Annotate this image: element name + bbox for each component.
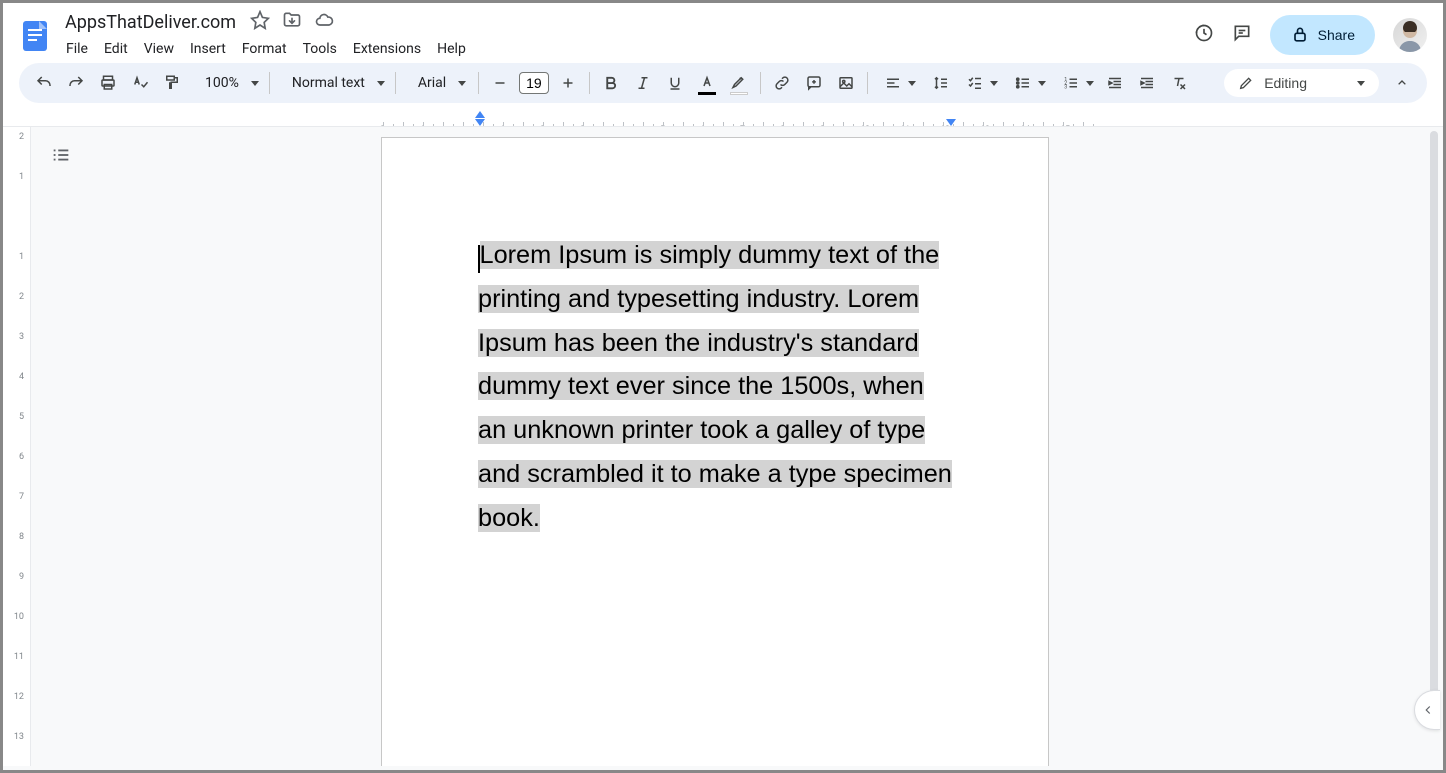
menu-view[interactable]: View — [137, 37, 181, 61]
menu-edit[interactable]: Edit — [97, 37, 135, 61]
insert-image-button[interactable] — [831, 68, 861, 98]
align-dropdown[interactable] — [874, 74, 920, 92]
menu-insert[interactable]: Insert — [183, 37, 233, 61]
numbered-list-dropdown[interactable]: 123 — [1052, 74, 1098, 92]
star-icon[interactable] — [250, 10, 270, 34]
font-value: Arial — [412, 75, 452, 91]
first-line-indent-marker[interactable] — [475, 111, 485, 118]
vertical-scrollbar[interactable] — [1428, 131, 1440, 767]
bulleted-list-dropdown[interactable] — [1004, 74, 1050, 92]
print-button[interactable] — [93, 68, 123, 98]
menu-help[interactable]: Help — [430, 37, 473, 61]
clear-formatting-button[interactable] — [1164, 68, 1194, 98]
share-button[interactable]: Share — [1270, 15, 1375, 55]
menu-tools[interactable]: Tools — [296, 37, 344, 61]
right-indent-marker[interactable] — [946, 119, 956, 126]
doc-title[interactable]: AppsThatDeliver.com — [59, 10, 242, 35]
horizontal-ruler[interactable]: 21123456789101112131415 — [3, 111, 1443, 127]
cloud-status-icon[interactable] — [314, 10, 334, 34]
comments-icon[interactable] — [1232, 23, 1252, 47]
toolbar: 100% Normal text Arial 123 — [19, 63, 1427, 103]
collapse-toolbar-button[interactable] — [1387, 68, 1417, 98]
add-comment-button[interactable] — [799, 68, 829, 98]
italic-button[interactable] — [628, 68, 658, 98]
app-header: AppsThatDeliver.com File Edit View Inser… — [3, 3, 1443, 59]
document-page[interactable]: Lorem Ipsum is simply dummy text of the … — [381, 137, 1049, 766]
menu-bar: File Edit View Insert Format Tools Exten… — [59, 37, 1194, 61]
zoom-dropdown[interactable]: 100% — [189, 75, 263, 91]
underline-button[interactable] — [660, 68, 690, 98]
editing-mode-button[interactable]: Editing — [1224, 69, 1379, 97]
undo-button[interactable] — [29, 68, 59, 98]
menu-format[interactable]: Format — [235, 37, 294, 61]
history-icon[interactable] — [1194, 23, 1214, 47]
content-area: 2112345678910111213 Lorem Ipsum is simpl… — [3, 127, 1443, 766]
user-avatar[interactable] — [1393, 18, 1427, 52]
decrease-indent-button[interactable] — [1100, 68, 1130, 98]
document-canvas[interactable]: Lorem Ipsum is simply dummy text of the … — [31, 127, 1443, 766]
selected-text[interactable]: Lorem Ipsum is simply dummy text of the … — [478, 241, 952, 532]
checklist-dropdown[interactable] — [956, 74, 1002, 92]
title-area: AppsThatDeliver.com File Edit View Inser… — [59, 10, 1194, 61]
bold-button[interactable] — [596, 68, 626, 98]
redo-button[interactable] — [61, 68, 91, 98]
increase-indent-button[interactable] — [1132, 68, 1162, 98]
font-dropdown[interactable]: Arial — [402, 75, 472, 91]
text-color-button[interactable] — [692, 68, 722, 98]
highlight-color-button[interactable] — [724, 68, 754, 98]
docs-logo-icon[interactable] — [17, 17, 53, 53]
paragraph-style-dropdown[interactable]: Normal text — [276, 75, 389, 91]
outline-toggle-button[interactable] — [47, 141, 75, 169]
font-size-decrease-button[interactable] — [485, 68, 515, 98]
menu-extensions[interactable]: Extensions — [346, 37, 428, 61]
editing-mode-label: Editing — [1264, 75, 1307, 91]
vertical-ruler[interactable]: 2112345678910111213 — [3, 127, 31, 766]
zoom-value: 100% — [199, 75, 245, 91]
document-body[interactable]: Lorem Ipsum is simply dummy text of the … — [478, 234, 952, 540]
font-size-input[interactable] — [519, 72, 549, 94]
font-size-increase-button[interactable] — [553, 68, 583, 98]
line-spacing-dropdown[interactable] — [922, 74, 954, 92]
left-indent-marker[interactable] — [475, 119, 485, 126]
paragraph-style-value: Normal text — [286, 75, 371, 91]
move-icon[interactable] — [282, 10, 302, 34]
svg-text:3: 3 — [1064, 84, 1067, 90]
scrollbar-thumb[interactable] — [1430, 131, 1438, 711]
share-label: Share — [1318, 27, 1355, 43]
toolbar-container: 100% Normal text Arial 123 — [3, 59, 1443, 111]
insert-link-button[interactable] — [767, 68, 797, 98]
paint-format-button[interactable] — [157, 68, 187, 98]
spellcheck-button[interactable] — [125, 68, 155, 98]
menu-file[interactable]: File — [59, 37, 95, 61]
